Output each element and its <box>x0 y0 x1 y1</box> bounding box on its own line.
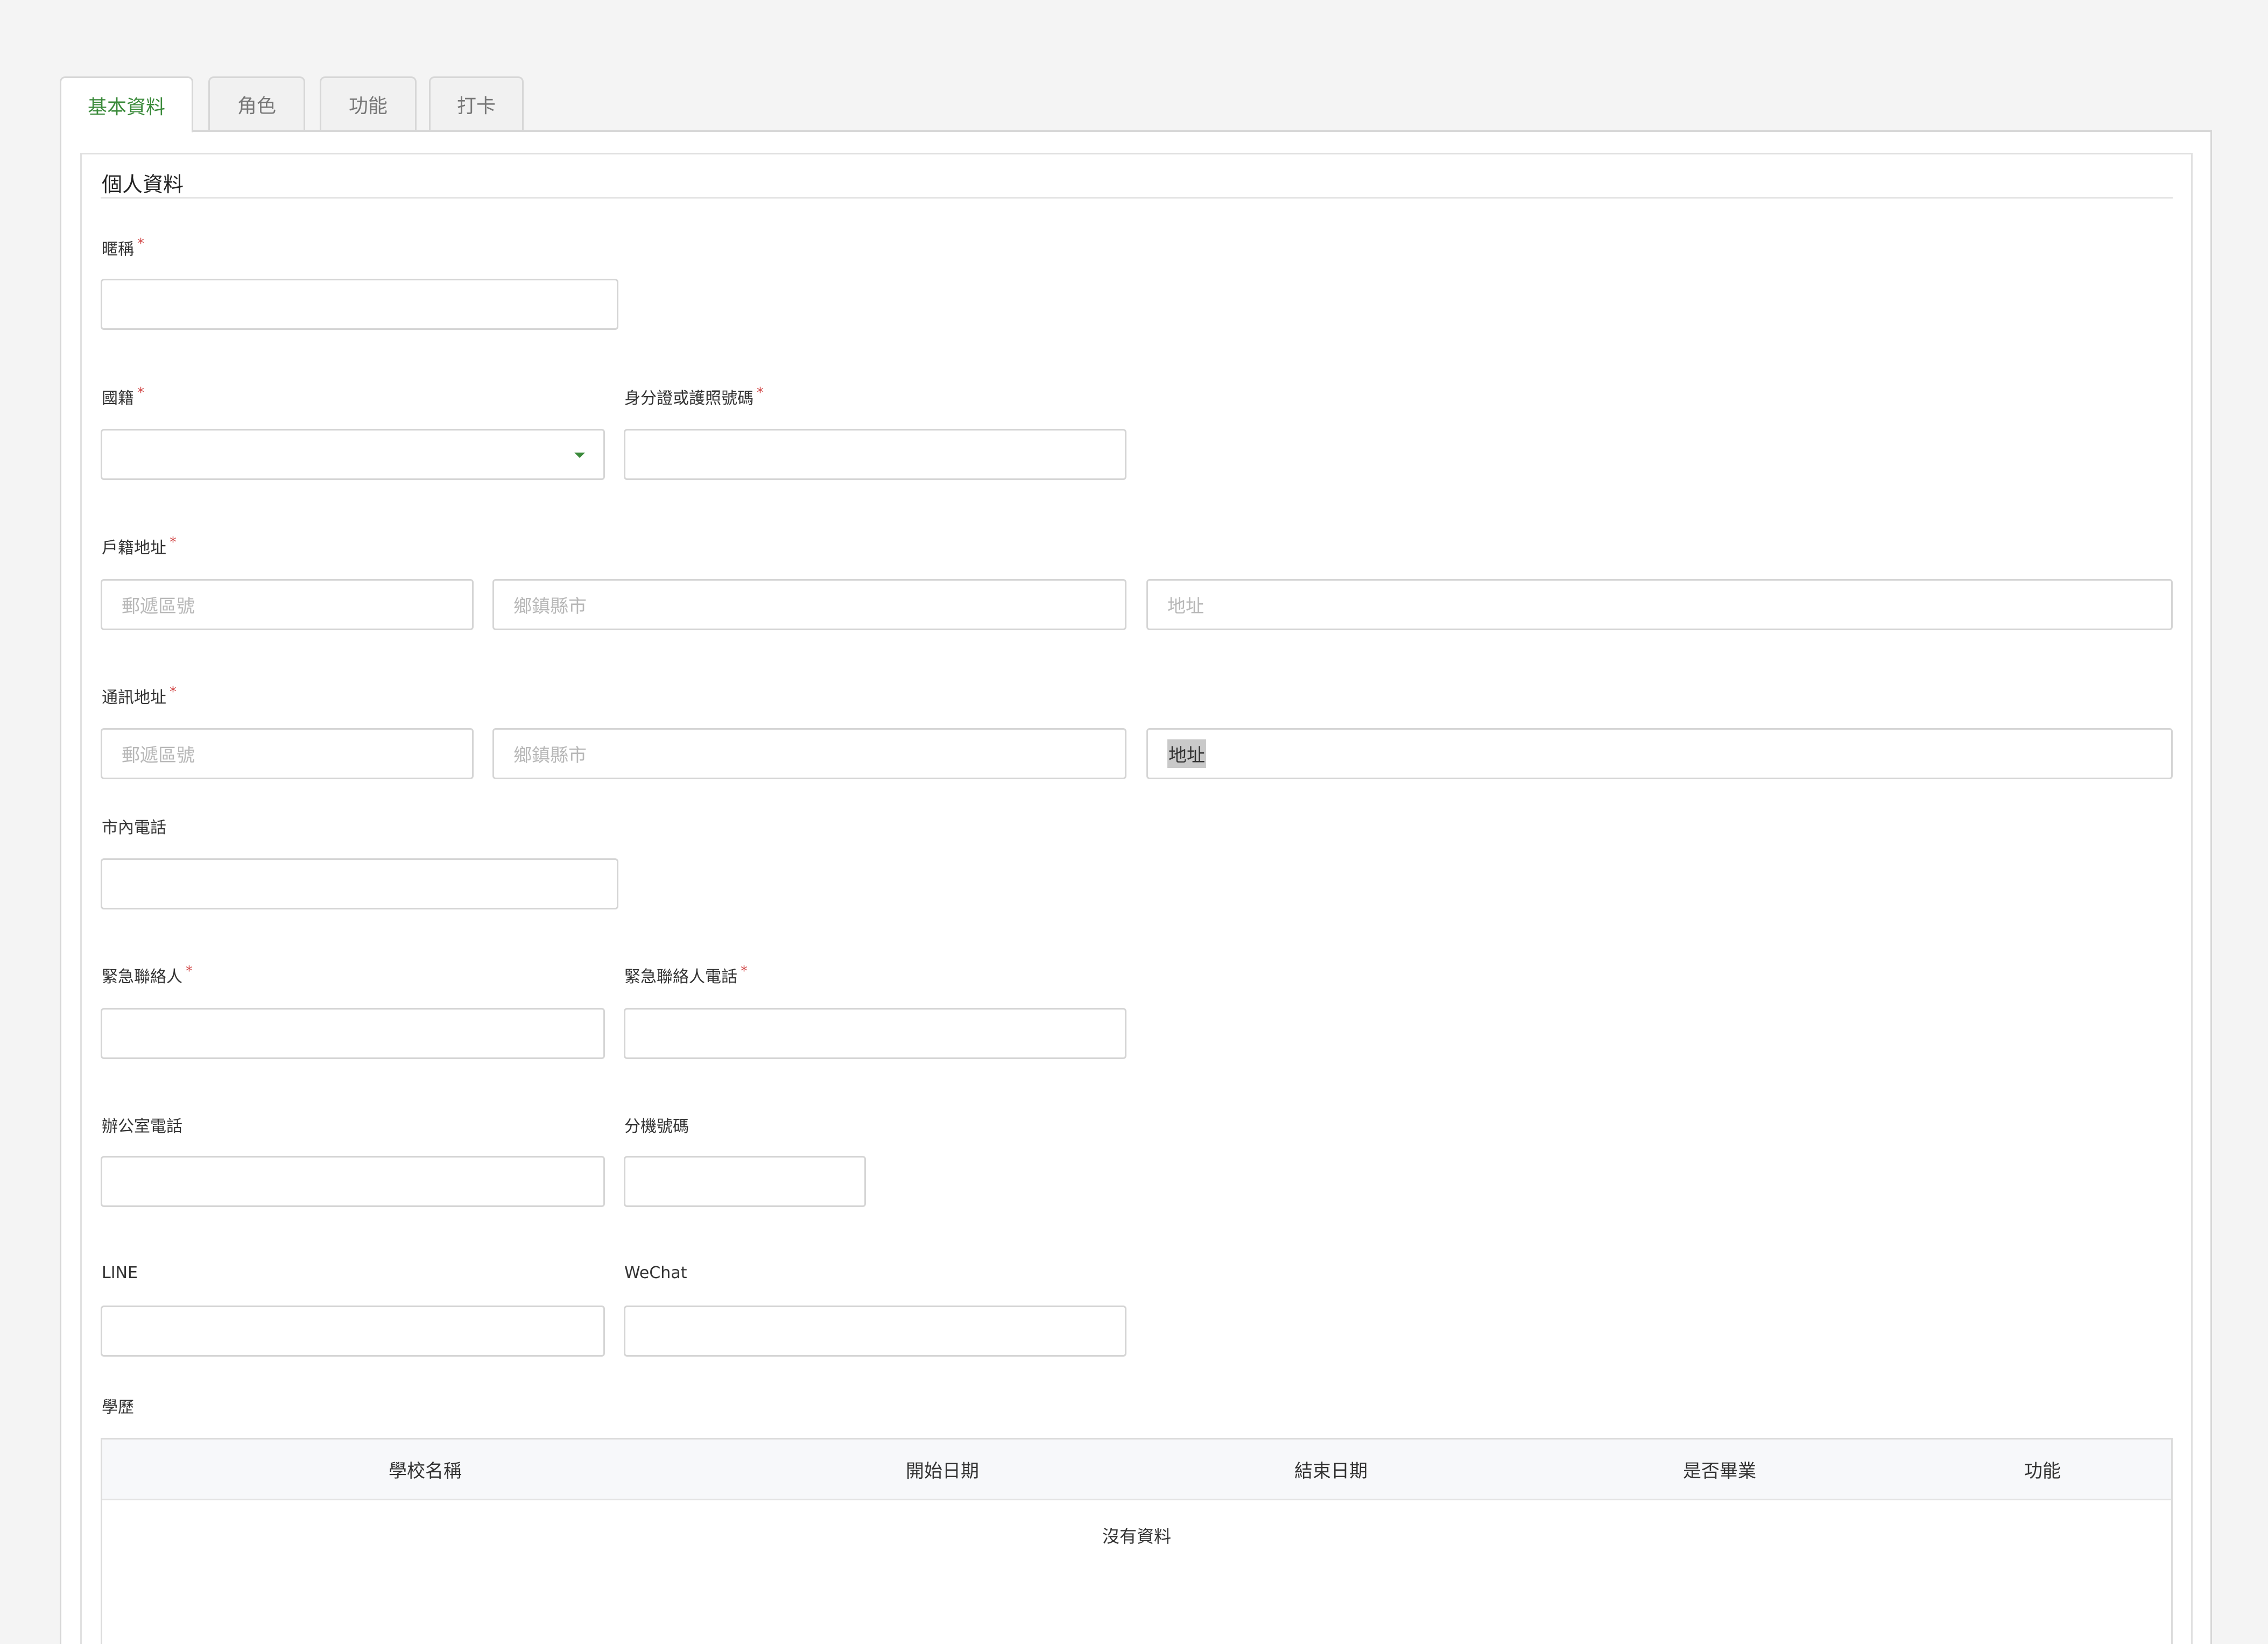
education-table-header: 學校名稱 開始日期 結束日期 是否畢業 功能 <box>102 1440 2171 1500</box>
wechat-input[interactable] <box>624 1306 1126 1357</box>
column-header-actions: 功能 <box>2024 1460 2061 1482</box>
tab-basic-info[interactable]: 基本資料 <box>60 76 193 132</box>
tab-functions[interactable]: 功能 <box>320 76 417 131</box>
mailing-postal-code-input[interactable]: 郵遞區號 <box>101 728 474 779</box>
required-mark: * <box>757 385 764 401</box>
required-mark: * <box>186 963 193 979</box>
mailing-city-input[interactable]: 鄉鎮縣市 <box>492 728 1126 779</box>
registered-postal-code-input[interactable]: 郵遞區號 <box>101 579 474 630</box>
id-number-input[interactable] <box>624 429 1126 480</box>
emergency-contact-input[interactable] <box>101 1008 605 1059</box>
education-label: 學歷 <box>102 1398 134 1417</box>
id-number-label: 身分證或護照號碼 * <box>624 385 764 408</box>
section-title: 個人資料 <box>102 173 184 196</box>
emergency-phone-label: 緊急聯絡人電話 * <box>624 963 748 986</box>
mailing-address-label: 通訊地址 * <box>102 684 177 707</box>
required-mark: * <box>741 963 748 979</box>
office-phone-input[interactable] <box>101 1156 605 1207</box>
office-phone-label: 辦公室電話 <box>102 1117 182 1136</box>
section-divider <box>101 197 2173 199</box>
education-table: 學校名稱 開始日期 結束日期 是否畢業 功能 沒有資料 <box>101 1438 2173 1644</box>
home-phone-label: 市內電話 <box>102 819 166 837</box>
column-header-end-date[interactable]: 結束日期 <box>1137 1440 1525 1499</box>
page: 基本資料 角色 功能 打卡 個人資料 暱稱 * 國籍 * 身分證或護照號碼 * 戶籍地… <box>0 0 2268 1644</box>
line-input[interactable] <box>101 1306 605 1357</box>
tab-clock-in[interactable]: 打卡 <box>429 76 524 131</box>
nationality-select[interactable] <box>101 429 605 480</box>
emergency-contact-label: 緊急聯絡人 * <box>102 963 193 986</box>
registered-city-input[interactable]: 鄉鎮縣市 <box>492 579 1126 630</box>
column-header-start-date[interactable]: 開始日期 <box>748 1440 1137 1499</box>
extension-input[interactable] <box>624 1156 866 1207</box>
mailing-address-input[interactable]: 地址 <box>1146 728 2173 779</box>
registered-address-input[interactable]: 地址 <box>1146 579 2173 630</box>
column-header-school[interactable]: 學校名稱 <box>102 1440 748 1499</box>
required-mark: * <box>137 385 144 401</box>
required-mark: * <box>170 534 177 551</box>
nationality-label: 國籍 * <box>102 385 144 408</box>
wechat-label: WeChat <box>624 1264 687 1282</box>
extension-label: 分機號碼 <box>624 1117 689 1136</box>
nickname-label: 暱稱 * <box>102 236 144 259</box>
registered-address-label: 戶籍地址 * <box>102 534 177 558</box>
tab-role[interactable]: 角色 <box>208 76 305 131</box>
home-phone-input[interactable] <box>101 858 618 909</box>
nickname-input[interactable] <box>101 279 618 330</box>
required-mark: * <box>137 236 144 252</box>
required-mark: * <box>170 684 177 700</box>
empty-table-message: 沒有資料 <box>1102 1526 1171 1547</box>
column-header-graduated[interactable]: 是否畢業 <box>1525 1440 1914 1499</box>
emergency-phone-input[interactable] <box>624 1008 1126 1059</box>
line-label: LINE <box>102 1264 138 1282</box>
caret-down-icon <box>574 453 585 458</box>
